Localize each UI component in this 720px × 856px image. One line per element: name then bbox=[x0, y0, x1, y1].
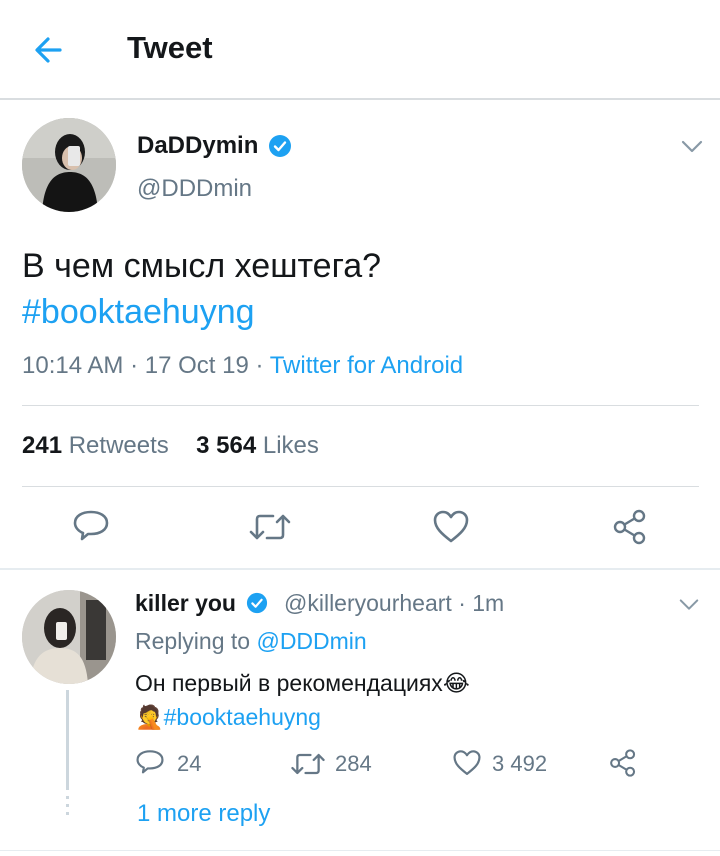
meta-separator: · bbox=[255, 352, 270, 379]
reply-text: Он первый в рекомендациях😂 🤦#booktaehuyn… bbox=[135, 666, 470, 734]
likes-stat[interactable]: 3 564 Likes bbox=[196, 432, 319, 459]
chevron-down-icon[interactable] bbox=[680, 139, 704, 155]
share-icon bbox=[610, 749, 636, 777]
replying-to-mention[interactable]: @DDDmin bbox=[256, 628, 366, 654]
back-button[interactable] bbox=[30, 30, 70, 70]
page-title: Tweet bbox=[127, 30, 213, 65]
avatar-photo bbox=[22, 118, 116, 212]
thread-dots bbox=[66, 796, 69, 815]
tweet-date: 17 Oct 19 bbox=[144, 352, 249, 379]
author-name[interactable]: DaDDymin bbox=[137, 132, 258, 160]
laughing-emoji: 😂 bbox=[442, 670, 470, 696]
reply-retweet-button[interactable] bbox=[290, 750, 326, 778]
retweet-button[interactable] bbox=[248, 510, 292, 544]
thread-connector bbox=[66, 690, 69, 790]
verified-badge-icon bbox=[246, 592, 268, 614]
reply-icon bbox=[73, 510, 109, 541]
retweets-count: 241 bbox=[22, 432, 63, 459]
meta-separator: · bbox=[130, 352, 145, 379]
reply-reply-button[interactable] bbox=[135, 749, 165, 777]
reply-text-line: 🤦#booktaehuyng bbox=[135, 700, 470, 734]
like-button[interactable] bbox=[432, 509, 470, 545]
facepalm-emoji: 🤦 bbox=[135, 704, 164, 730]
author-avatar[interactable] bbox=[22, 118, 116, 212]
bottom-divider bbox=[0, 850, 720, 851]
top-app-bar: Tweet bbox=[0, 0, 720, 100]
tweet-source-link[interactable]: Twitter for Android bbox=[270, 352, 463, 379]
reply-author-name[interactable]: killer you bbox=[135, 590, 236, 617]
hashtag-link[interactable]: #booktaehuyng bbox=[164, 704, 321, 730]
reply-author-handle[interactable]: @killeryourheart bbox=[284, 590, 452, 616]
reply-text-content: Он первый в рекомендациях bbox=[135, 670, 443, 696]
reply-author-meta: @killeryourheart · 1m bbox=[284, 590, 504, 617]
share-button[interactable] bbox=[611, 508, 649, 546]
reply-button[interactable] bbox=[72, 509, 110, 545]
divider bbox=[22, 486, 699, 487]
reply-share-button[interactable] bbox=[608, 748, 638, 778]
reply-like-count: 3 492 bbox=[492, 751, 548, 776]
divider bbox=[22, 405, 699, 406]
tweet-meta: 10:14 AM · 17 Oct 19 · Twitter for Andro… bbox=[22, 352, 463, 380]
likes-count: 3 564 bbox=[196, 432, 257, 459]
more-replies-link[interactable]: 1 more reply bbox=[137, 800, 270, 828]
retweet-icon bbox=[291, 753, 325, 775]
like-icon bbox=[453, 750, 481, 775]
avatar-photo bbox=[22, 590, 116, 684]
retweet-icon bbox=[249, 514, 291, 540]
reply-text-line: Он первый в рекомендациях😂 bbox=[135, 666, 470, 700]
likes-label: Likes bbox=[262, 432, 319, 459]
tweet-text-line: В чем смысл хештега? bbox=[22, 247, 382, 285]
retweets-stat[interactable]: 241 Retweets bbox=[22, 432, 169, 459]
verified-badge-icon bbox=[269, 135, 291, 157]
section-divider bbox=[0, 568, 720, 570]
tweet-text: В чем смысл хештега? #booktaehuyng bbox=[22, 244, 702, 334]
retweets-label: Retweets bbox=[68, 432, 169, 459]
author-handle[interactable]: @DDDmin bbox=[137, 175, 252, 203]
reply-author-avatar[interactable] bbox=[22, 590, 116, 684]
reply-like-button[interactable] bbox=[452, 749, 482, 777]
replying-to: Replying to @DDDmin bbox=[135, 628, 367, 655]
reply-reply-count: 24 bbox=[177, 751, 202, 776]
like-icon bbox=[433, 510, 469, 543]
chevron-down-icon[interactable] bbox=[678, 597, 700, 613]
arrow-left-icon bbox=[35, 37, 62, 63]
reply-retweet-count: 284 bbox=[335, 751, 372, 776]
share-icon bbox=[613, 509, 646, 545]
replying-label: Replying to bbox=[135, 628, 251, 654]
hashtag-link[interactable]: #booktaehuyng bbox=[22, 290, 702, 334]
reply-icon bbox=[136, 750, 164, 774]
meta-separator: · bbox=[458, 590, 473, 616]
reply-time: 1m bbox=[472, 590, 505, 616]
tweet-stats: 241 Retweets 3 564 Likes bbox=[22, 432, 319, 460]
tweet-time: 10:14 AM bbox=[22, 352, 124, 379]
